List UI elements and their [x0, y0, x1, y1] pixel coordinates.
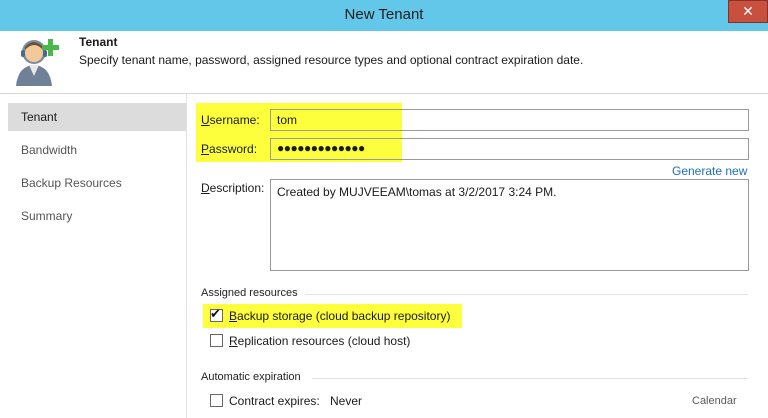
step-tenant[interactable]: Tenant — [8, 103, 186, 131]
step-bandwidth[interactable]: Bandwidth — [8, 136, 186, 164]
username-field[interactable]: tom — [270, 109, 749, 131]
password-label: Password: — [201, 142, 258, 156]
replication-checkbox[interactable] — [210, 334, 223, 347]
description-field[interactable]: Created by MUJVEEAM\tomas at 3/2/2017 3:… — [270, 179, 749, 271]
header-subtitle: Specify tenant name, password, assigned … — [79, 53, 584, 67]
backup-storage-checkbox[interactable]: ✔ — [210, 306, 223, 322]
step-backup-resources[interactable]: Backup Resources — [8, 169, 186, 197]
contract-expires-value: Never — [330, 394, 363, 408]
assigned-resources-separator — [305, 294, 748, 295]
close-button[interactable]: ✕ — [728, 0, 768, 23]
window-titlebar: New Tenant ✕ — [0, 0, 768, 31]
password-field[interactable]: ●●●●●●●●●●●●● — [270, 138, 749, 160]
sidebar-divider — [186, 94, 187, 418]
contract-expires-checkbox[interactable] — [210, 394, 223, 407]
username-value: tom — [277, 113, 298, 127]
header-title: Tenant — [79, 35, 118, 49]
replication-label[interactable]: Replication resources (cloud host) — [229, 334, 410, 348]
automatic-expiration-separator — [312, 378, 748, 379]
password-value: ●●●●●●●●●●●●● — [277, 141, 365, 155]
description-label: Description: — [201, 181, 265, 195]
step-summary[interactable]: Summary — [8, 202, 186, 230]
backup-storage-label[interactable]: Backup storage (cloud backup repository) — [229, 309, 450, 323]
username-label: Username: — [201, 113, 260, 127]
description-value: Created by MUJVEEAM\tomas at 3/2/2017 3:… — [277, 185, 557, 199]
generate-new-link[interactable]: Generate new — [672, 164, 747, 178]
wizard-steps: Tenant Bandwidth Backup Resources Summar… — [0, 94, 186, 418]
automatic-expiration-heading: Automatic expiration — [201, 371, 301, 383]
assigned-resources-heading: Assigned resources — [201, 287, 298, 299]
wizard-header: Tenant Specify tenant name, password, as… — [0, 31, 768, 94]
user-add-icon — [16, 39, 59, 86]
calendar-button[interactable]: Calendar — [692, 395, 737, 407]
window-title: New Tenant — [344, 6, 424, 23]
checkmark-icon: ✔ — [210, 306, 221, 321]
contract-expires-label[interactable]: Contract expires: — [229, 394, 320, 408]
